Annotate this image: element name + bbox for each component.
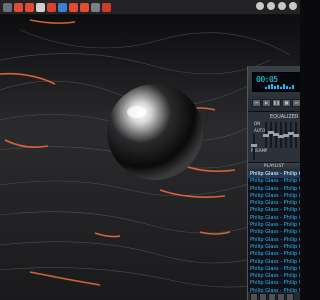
playlist-item[interactable]: Philip Glass - Philip Glass - Glassworks	[248, 266, 300, 273]
eq-band-slider[interactable]	[283, 122, 289, 148]
playlist-item[interactable]: Philip Glass - Philip Glass - Metamorpho…	[248, 259, 300, 266]
select-button[interactable]	[268, 293, 276, 300]
playlist-item[interactable]: Philip Glass - Philip Glass - Cloudscape	[248, 186, 300, 193]
eq-band-slider[interactable]	[273, 122, 279, 148]
playlist-item[interactable]: Philip Glass - Philip Glass - Closing	[248, 237, 300, 244]
launcher-icon-9[interactable]	[91, 2, 100, 12]
launcher-icon-7[interactable]	[69, 2, 78, 12]
system-tray	[256, 2, 300, 10]
playlist-title: PLAYLIST	[248, 163, 300, 171]
wifi-icon[interactable]	[289, 2, 297, 10]
launcher-icon-5[interactable]	[47, 2, 56, 12]
next-button[interactable]: ⏭	[292, 99, 300, 107]
add-button[interactable]	[250, 293, 258, 300]
eq-band-slider[interactable]	[263, 122, 269, 148]
list-options-button[interactable]	[286, 293, 294, 300]
player-display: 00:05	[252, 72, 300, 92]
desktop: 00:05 ⏮ ▶ ❚❚ ■ ⏭ EQUALIZER ON AUTO PREAM…	[0, 0, 300, 300]
playlist-item[interactable]: Philip Glass - Philip Glass - Prophecies	[248, 215, 300, 222]
launcher-icon-1[interactable]	[3, 2, 12, 12]
top-panel	[0, 0, 300, 15]
eq-on-toggle[interactable]: ON	[254, 121, 260, 126]
playlist-item[interactable]: Philip Glass - Philip Glass - Opening	[248, 244, 300, 251]
playlist-item[interactable]: Philip Glass - Philip Glass - The Grid	[248, 207, 300, 214]
eq-band-slider[interactable]	[288, 122, 294, 148]
playlist-item[interactable]: Philip Glass - Philip Glass - Floe	[248, 273, 300, 280]
launcher-icon-2[interactable]	[14, 2, 23, 12]
playlist-item[interactable]: Philip Glass - Philip Glass - Façades	[248, 229, 300, 236]
media-player-window: 00:05 ⏮ ▶ ❚❚ ■ ⏭ EQUALIZER ON AUTO PREAM…	[247, 66, 300, 300]
launcher-icon-8[interactable]	[80, 2, 89, 12]
playlist-item[interactable]: Philip Glass - Philip Glass - Resource	[248, 193, 300, 200]
pause-button[interactable]: ❚❚	[272, 99, 281, 107]
time-display: 00:05	[256, 75, 278, 84]
previous-button[interactable]: ⏮	[252, 99, 261, 107]
launcher-icon-4[interactable]	[36, 2, 45, 12]
playlist-item[interactable]: Philip Glass - Philip Glass - Pruitt Igo…	[248, 200, 300, 207]
playlist-item[interactable]: Philip Glass - Philip Glass - Vessels	[248, 178, 300, 185]
stop-button[interactable]: ■	[282, 99, 291, 107]
transport-controls: ⏮ ▶ ❚❚ ■ ⏭	[252, 99, 300, 107]
playlist-item[interactable]: Philip Glass - Philip Glass - Organic	[248, 222, 300, 229]
misc-button[interactable]	[277, 293, 285, 300]
playlist-footer	[248, 292, 300, 300]
eq-band-slider[interactable]	[278, 122, 284, 148]
playlist-section: PLAYLIST Philip Glass - Philip Glass - K…	[248, 163, 300, 300]
playlist: Philip Glass - Philip Glass - Koyaanisqa…	[248, 171, 300, 295]
play-button[interactable]: ▶	[262, 99, 271, 107]
playlist-item[interactable]: Philip Glass - Philip Glass - Mishima	[248, 251, 300, 258]
network-icon[interactable]	[256, 2, 264, 10]
launcher-icon-3[interactable]	[25, 2, 34, 12]
preamp-slider[interactable]	[251, 134, 257, 160]
eq-band-slider[interactable]	[268, 122, 274, 148]
remove-button[interactable]	[259, 293, 267, 300]
launcher-icon-10[interactable]	[102, 2, 111, 12]
spectrum-visualizer	[265, 84, 297, 89]
equalizer-section: EQUALIZER ON AUTO PREAMP	[248, 112, 300, 163]
playlist-item[interactable]: Philip Glass - Philip Glass - Rubric	[248, 280, 300, 287]
equalizer-title: EQUALIZER	[270, 114, 299, 120]
battery-icon[interactable]	[278, 2, 286, 10]
player-main-section: 00:05 ⏮ ▶ ❚❚ ■ ⏭	[248, 66, 300, 112]
eq-band-slider[interactable]	[293, 122, 299, 148]
eq-auto-toggle[interactable]: AUTO	[254, 128, 265, 133]
launcher-icon-6[interactable]	[58, 2, 67, 12]
playlist-item[interactable]: Philip Glass - Philip Glass - Koyaanisqa…	[248, 171, 300, 179]
volume-icon[interactable]	[267, 2, 275, 10]
